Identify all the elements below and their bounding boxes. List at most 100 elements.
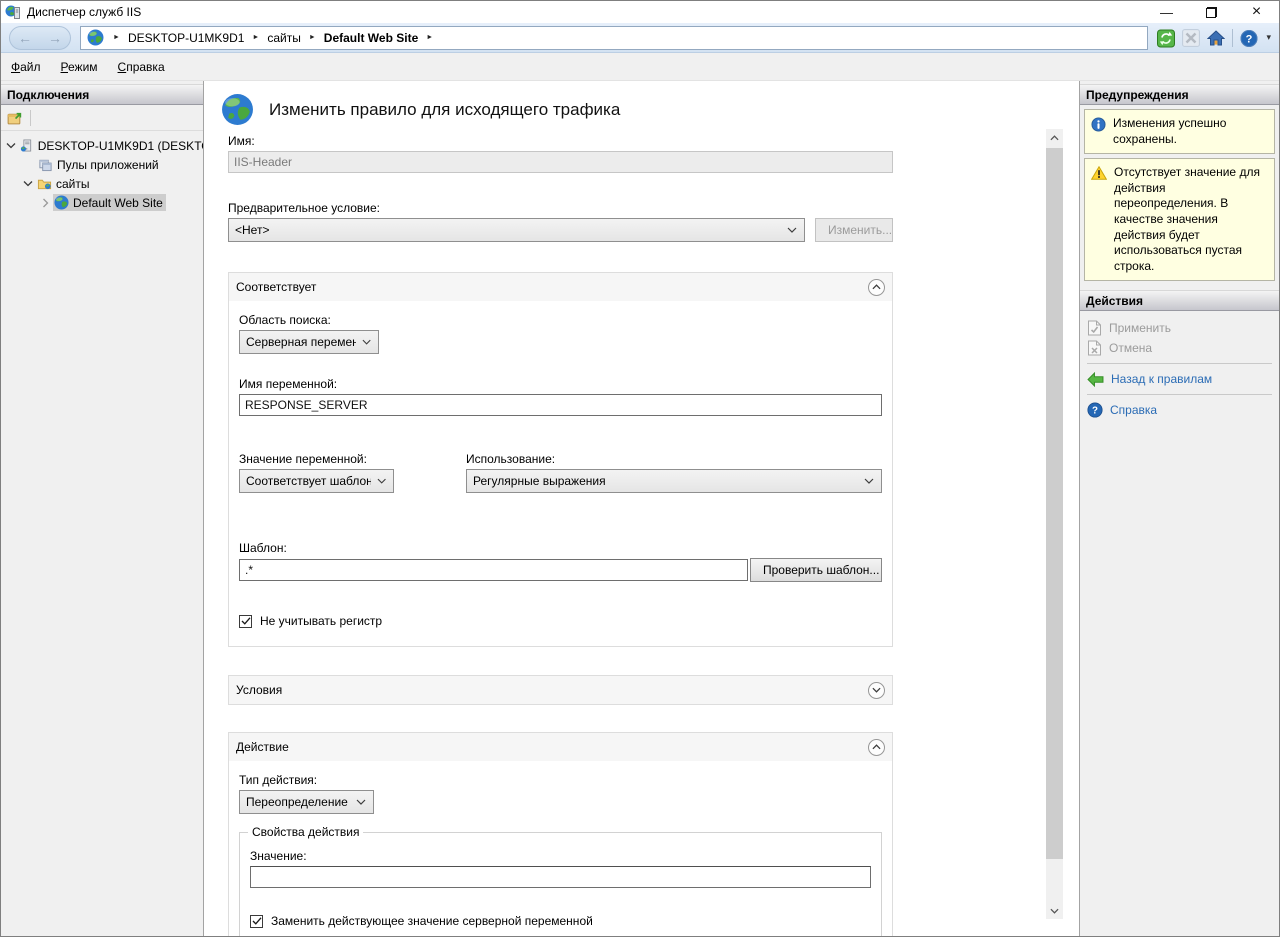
restore-icon xyxy=(1206,7,1217,18)
pattern-input[interactable] xyxy=(239,559,748,581)
home-icon[interactable] xyxy=(1207,29,1225,47)
window-title: Диспетчер служб IIS xyxy=(27,5,141,19)
match-section: Соответствует Область поиска: Серверная … xyxy=(228,272,893,647)
warning-alert: Отсутствует значение для действия переоп… xyxy=(1084,158,1275,281)
name-input xyxy=(228,151,893,173)
chevron-up-icon xyxy=(1050,135,1059,141)
restore-button[interactable] xyxy=(1189,1,1234,23)
chevron-down-icon xyxy=(864,478,874,484)
variable-value-select[interactable]: Соответствует шаблону xyxy=(239,469,394,493)
help-dropdown-caret-icon[interactable]: ▾ xyxy=(1266,32,1271,43)
server-icon xyxy=(20,138,34,153)
variable-name-label: Имя переменной: xyxy=(239,377,882,391)
sites-folder-icon xyxy=(37,176,52,191)
action-type-select[interactable]: Переопределение xyxy=(239,790,374,814)
chevron-down-icon xyxy=(787,227,797,233)
breadcrumb-item-sites[interactable]: сайты xyxy=(267,31,301,45)
tree-selection[interactable]: Default Web Site xyxy=(53,194,166,211)
help-label: Справка xyxy=(1110,403,1157,417)
ignore-case-checkbox[interactable] xyxy=(239,615,252,628)
tree-item-sites[interactable]: сайты xyxy=(1,174,203,193)
replace-value-checkbox[interactable] xyxy=(250,915,263,928)
name-label: Имя: xyxy=(228,134,893,148)
chevron-up-icon xyxy=(872,284,881,290)
ignore-case-label: Не учитывать регистр xyxy=(260,614,382,628)
menu-view[interactable]: Режим xyxy=(61,60,98,74)
breadcrumb[interactable]: ► DESKTOP-U1MK9D1 ► сайты ► Default Web … xyxy=(80,26,1148,50)
test-pattern-button[interactable]: Проверить шаблон... xyxy=(750,558,882,582)
breadcrumb-item-server[interactable]: DESKTOP-U1MK9D1 xyxy=(128,31,244,45)
page-title-row: Изменить правило для исходящего трафика xyxy=(221,93,893,126)
info-alert: Изменения успешно сохранены. xyxy=(1084,109,1275,154)
back-nav-button[interactable]: ← xyxy=(18,31,32,45)
scope-select[interactable]: Серверная переменн xyxy=(239,330,379,354)
action-section: Действие Тип действия: Переопределение С… xyxy=(228,732,893,936)
value-using-row: Значение переменной: Соответствует шабло… xyxy=(239,452,882,493)
breadcrumb-item-default-web-site[interactable]: Default Web Site xyxy=(324,31,418,45)
chevron-down-icon xyxy=(872,687,881,693)
title-bar: Диспетчер служб IIS — × xyxy=(1,1,1279,23)
conditions-section: Условия xyxy=(228,675,893,705)
scrollbar-track[interactable] xyxy=(1046,146,1063,902)
info-icon xyxy=(1091,117,1106,147)
menu-help[interactable]: Справка xyxy=(118,60,165,74)
toolbar-divider xyxy=(1232,29,1233,47)
menu-file[interactable]: Файл xyxy=(11,60,41,74)
scroll-up-button[interactable] xyxy=(1046,129,1063,146)
chevron-down-icon xyxy=(362,339,371,345)
tree-item-app-pools[interactable]: Пулы приложений xyxy=(1,155,203,174)
help-icon: ? xyxy=(1087,402,1103,418)
conditions-section-header: Условия xyxy=(229,676,892,704)
chevron-down-icon[interactable] xyxy=(6,142,16,149)
tree-item-default-web-site[interactable]: Default Web Site xyxy=(1,193,203,212)
help-icon[interactable]: ? xyxy=(1240,29,1258,47)
apply-icon xyxy=(1087,320,1102,336)
connections-panel: Подключения DESKTOP-U1MK9D1 (DESKTOP Пул… xyxy=(1,81,204,936)
action-type-value: Переопределение xyxy=(246,795,348,809)
expand-section-button[interactable] xyxy=(868,682,885,699)
close-button[interactable]: × xyxy=(1234,1,1279,23)
actions-divider xyxy=(1087,394,1272,395)
globe-icon xyxy=(87,29,105,47)
warnings-list: Изменения успешно сохранены. Отсутствует… xyxy=(1080,105,1279,281)
address-bar: ← → ► DESKTOP-U1MK9D1 ► сайты ► Default … xyxy=(1,23,1279,53)
address-toolbar: ? ▾ xyxy=(1157,29,1271,47)
svg-text:?: ? xyxy=(1092,406,1098,417)
main-area: Подключения DESKTOP-U1MK9D1 (DESKTOP Пул… xyxy=(1,81,1279,936)
refresh-icon[interactable] xyxy=(1157,29,1175,47)
help-action[interactable]: ? Справка xyxy=(1080,400,1279,420)
actions-pane: Предупреждения Изменения успешно сохране… xyxy=(1080,81,1279,936)
action-value-input[interactable] xyxy=(250,866,871,888)
action-section-header: Действие xyxy=(229,733,892,761)
chevron-right-icon[interactable] xyxy=(42,198,49,208)
app-icon xyxy=(5,4,21,20)
ignore-case-row: Не учитывать регистр xyxy=(239,614,882,628)
match-section-title: Соответствует xyxy=(236,280,316,294)
action-value-label: Значение: xyxy=(250,849,871,863)
using-value: Регулярные выражения xyxy=(473,474,606,488)
tree-item-server[interactable]: DESKTOP-U1MK9D1 (DESKTOP xyxy=(1,136,203,155)
precondition-value: <Нет> xyxy=(235,223,269,237)
chevron-up-icon xyxy=(872,744,881,750)
variable-name-input[interactable] xyxy=(239,394,882,416)
save-connection-icon[interactable] xyxy=(6,109,24,127)
precondition-select[interactable]: <Нет> xyxy=(228,218,805,242)
iis-manager-window: Диспетчер служб IIS — × ← → ► DESKTOP-U1… xyxy=(0,0,1280,937)
vertical-scrollbar[interactable] xyxy=(1046,129,1063,919)
minimize-button[interactable]: — xyxy=(1144,1,1189,23)
collapse-section-button[interactable] xyxy=(868,279,885,296)
scrollbar-thumb[interactable] xyxy=(1046,148,1063,859)
action-type-label: Тип действия: xyxy=(239,773,882,787)
breadcrumb-separator-icon: ► xyxy=(113,34,120,41)
action-section-body: Тип действия: Переопределение Свойства д… xyxy=(229,761,892,936)
forward-nav-button[interactable]: → xyxy=(48,31,62,45)
chevron-down-icon[interactable] xyxy=(23,180,33,187)
actions-list: Применить Отмена Назад к правилам ? Спра… xyxy=(1080,311,1279,420)
page-globe-icon xyxy=(221,93,254,126)
using-select[interactable]: Регулярные выражения xyxy=(466,469,882,493)
scroll-down-button[interactable] xyxy=(1046,902,1063,919)
menu-bar: Файл Режим Справка xyxy=(1,53,1279,81)
collapse-section-button[interactable] xyxy=(868,739,885,756)
back-to-rules-action[interactable]: Назад к правилам xyxy=(1080,369,1279,389)
application-pools-icon xyxy=(38,157,53,172)
